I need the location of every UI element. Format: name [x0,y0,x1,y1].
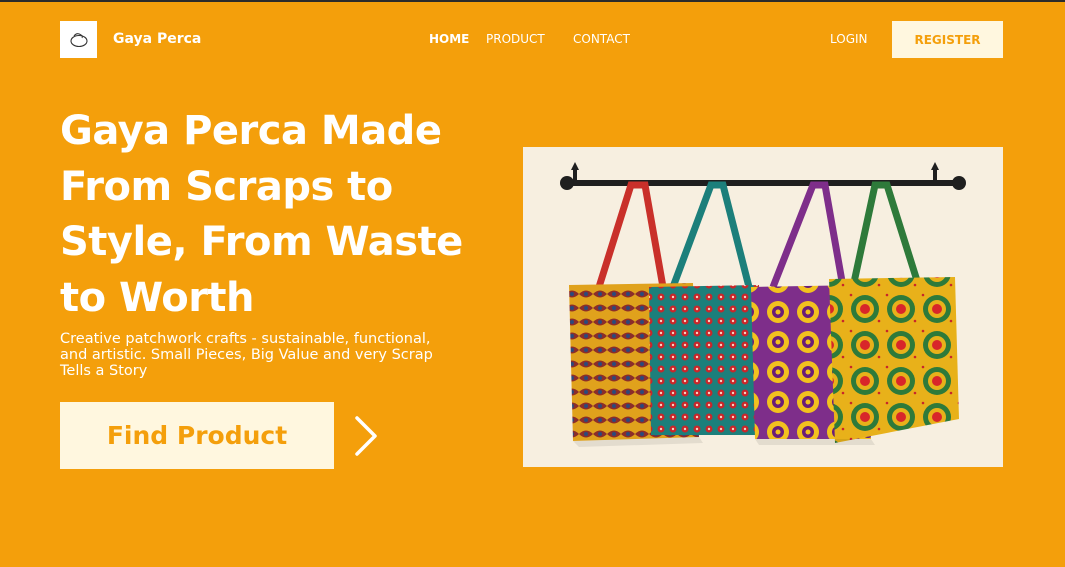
find-product-button[interactable]: Find Product [60,402,334,469]
nav-product[interactable]: PRODUCT [486,32,545,46]
nav-home[interactable]: HOME [429,32,469,46]
spiral-pot-logo-icon [69,32,88,47]
hero-subtitle: Creative patchwork crafts - sustainable,… [60,331,433,379]
logo[interactable] [60,21,97,58]
register-button[interactable]: REGISTER [892,21,1003,58]
nav-contact[interactable]: CONTACT [573,32,630,46]
chevron-right-icon[interactable] [352,414,380,458]
top-border [0,0,1065,2]
hero-title: Gaya Perca Made From Scraps to Style, Fr… [60,108,463,321]
brand-name[interactable]: Gaya Perca [113,31,201,47]
hero-product-image [523,147,1003,467]
login-link[interactable]: LOGIN [830,32,868,46]
